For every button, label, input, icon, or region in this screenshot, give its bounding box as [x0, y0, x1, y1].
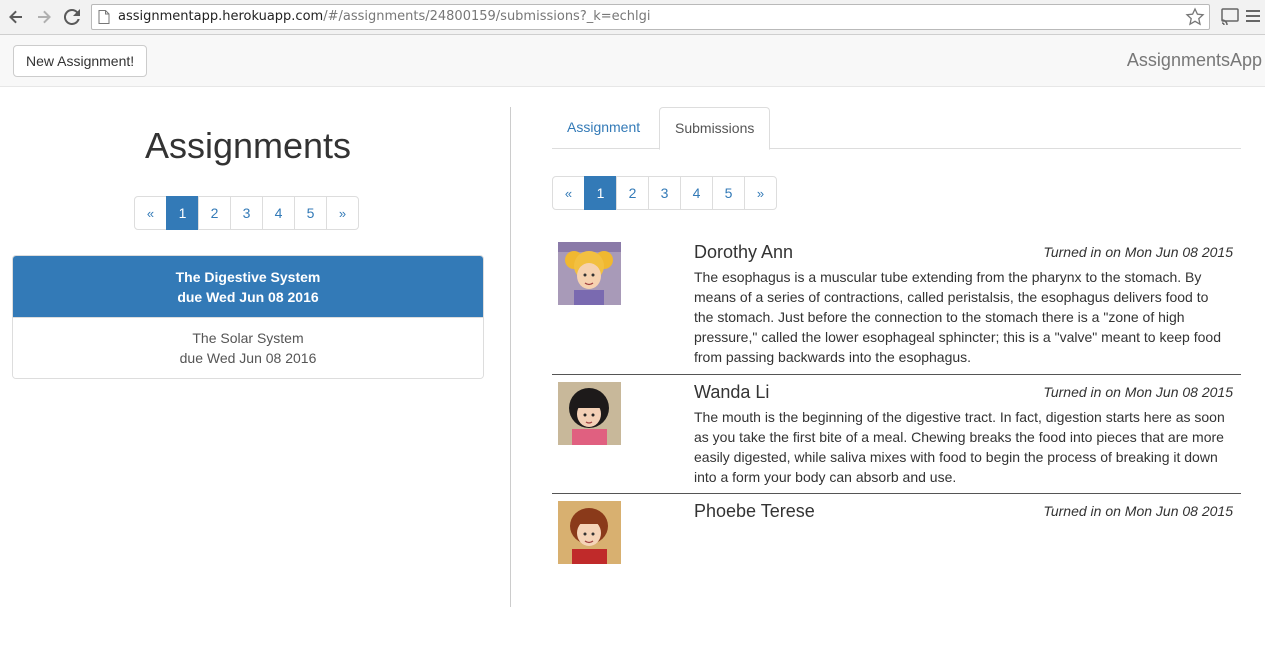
pagination-prev[interactable]: « [134, 196, 167, 230]
forward-arrow-icon[interactable] [33, 6, 55, 28]
pagination-page-3[interactable]: 3 [230, 196, 263, 230]
new-assignment-button[interactable]: New Assignment! [13, 45, 148, 77]
submissions-pagination: « 1 2 3 4 5 » [552, 176, 777, 210]
app-navbar: New Assignment! AssignmentsApp [0, 35, 1265, 87]
avatar [558, 242, 621, 305]
submission-student-name: Wanda Li [694, 382, 770, 402]
reload-icon[interactable] [61, 6, 83, 28]
submission-text-line: The esophagus is a muscular tube extendi… [694, 269, 1202, 285]
tab-assignment[interactable]: Assignment [552, 107, 655, 149]
pagination-page-2[interactable]: 2 [616, 176, 649, 210]
back-arrow-icon[interactable] [5, 6, 27, 28]
url-text: assignmentapp.herokuapp.com/#/assignment… [118, 9, 651, 24]
pagination-page-3[interactable]: 3 [648, 176, 681, 210]
submission-text-line: as you take the first bite of a meal. Ch… [694, 429, 1224, 445]
submission-item: Dorothy Ann Turned in on Mon Jun 08 2015… [552, 235, 1241, 375]
submission-text-line: the stomach. Just before the connection … [694, 309, 1185, 325]
assignment-item-digestive-system[interactable]: The Digestive System due Wed Jun 08 2016 [13, 256, 483, 317]
tab-submissions[interactable]: Submissions [659, 107, 771, 150]
pagination-page-4[interactable]: 4 [262, 196, 295, 230]
pagination-page-1[interactable]: 1 [584, 176, 617, 210]
pagination-page-2[interactable]: 2 [198, 196, 231, 230]
submission-text-line: easily digested, while saliva mixes with… [694, 449, 1218, 465]
assignment-title: The Digestive System [175, 268, 321, 285]
submission-turned-in-date: Turned in on Mon Jun 08 2015 [1043, 503, 1233, 519]
submission-text: The mouth is the beginning of the digest… [694, 407, 1234, 487]
assignment-due-date: due Wed Jun 08 2016 [177, 288, 319, 305]
bookmark-star-icon[interactable] [1185, 7, 1205, 32]
assignment-due-date: due Wed Jun 08 2016 [179, 350, 317, 366]
submission-turned-in-date: Turned in on Mon Jun 08 2015 [1043, 384, 1233, 400]
assignment-item-solar-system[interactable]: The Solar System due Wed Jun 08 2016 [13, 317, 483, 378]
pagination-page-5[interactable]: 5 [712, 176, 745, 210]
submission-text-line: The mouth is the beginning of the digest… [694, 409, 1225, 425]
pagination-next[interactable]: » [326, 196, 359, 230]
submission-text-line: pressure," called the lower esophageal s… [694, 329, 1221, 345]
submission-text-line: means of a series of contractions, calle… [694, 289, 1209, 305]
submission-turned-in-date: Turned in on Mon Jun 08 2015 [1043, 244, 1233, 260]
app-brand[interactable]: AssignmentsApp [1127, 50, 1262, 71]
assignment-title: The Solar System [192, 330, 304, 346]
submission-text-line: from passing backwards into the esophagu… [694, 349, 972, 365]
address-bar[interactable]: assignmentapp.herokuapp.com/#/assignment… [91, 4, 1210, 30]
page-title: Assignments [144, 125, 352, 166]
page-icon [98, 10, 110, 29]
assignment-list: The Digestive System due Wed Jun 08 2016… [12, 255, 484, 379]
browser-toolbar: assignmentapp.herokuapp.com/#/assignment… [0, 0, 1265, 35]
assignment-tabs: Assignment Submissions [552, 107, 1241, 150]
assignments-pagination: « 1 2 3 4 5 » [134, 196, 359, 230]
pagination-prev[interactable]: « [552, 176, 585, 210]
submission-item: Phoebe Terese Turned in on Mon Jun 08 20… [552, 494, 1241, 574]
submission-student-name: Dorothy Ann [694, 242, 794, 262]
cast-icon[interactable] [1220, 6, 1240, 31]
menu-icon[interactable] [1245, 6, 1261, 31]
submission-text: The esophagus is a muscular tube extendi… [694, 267, 1234, 367]
pagination-page-1[interactable]: 1 [166, 196, 199, 230]
pagination-next[interactable]: » [744, 176, 777, 210]
url-path: /#/assignments/24800159/submissions?_k=e… [323, 9, 651, 24]
submission-item: Wanda Li Turned in on Mon Jun 08 2015 Th… [552, 375, 1241, 494]
pagination-page-5[interactable]: 5 [294, 196, 327, 230]
submission-student-name: Phoebe Terese [694, 501, 815, 521]
column-divider [510, 107, 511, 607]
url-host: assignmentapp.herokuapp.com [118, 9, 324, 24]
pagination-page-4[interactable]: 4 [680, 176, 713, 210]
avatar [558, 501, 621, 564]
avatar [558, 382, 621, 445]
submission-text-line: into a form your body can absorb and use… [694, 469, 957, 485]
